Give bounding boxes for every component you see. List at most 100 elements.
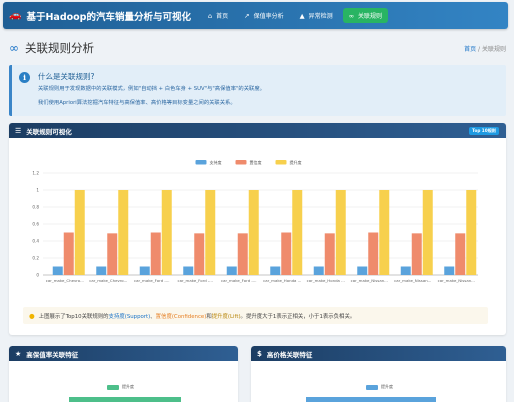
brand[interactable]: 🚗 基于Hadoop的汽车销量分析与可视化 [9,9,191,23]
bar-confidence [281,232,292,275]
bar-lift [248,190,259,275]
note-pre: 上图展示了Top10关联规则的 [38,313,109,320]
y-tick-label: 0.2 [32,256,39,261]
bar-confidence [411,233,422,275]
bar-confidence [368,232,379,275]
bar-confidence [63,232,74,275]
lightbulb-icon: ● [29,311,35,320]
breadcrumb-current: 关联规则 [481,45,506,53]
bar-confidence [455,233,466,275]
chart-area: 0 0.2 0.4 0.6 0.8 1 1.2 支持度 置信度 提升度 car_make_Chevr… [23,156,488,292]
page-title-text: 关联规则分析 [25,41,94,55]
x-tick-label: car_make_Honda ... [263,278,301,283]
info-line-1: 关联规则用于发现数据中的关联模式，例如"自动挡 + 白色车身 + SUV"与"高… [38,86,265,92]
bar-confidence [194,233,205,275]
info-line-2: 我们使用Apriori算法挖掘汽车特征与高保值率、高价格等目标变量之间的关联关系… [38,100,236,106]
bar-lift [118,190,129,275]
bar-support [400,266,411,275]
high-retention-legend: 提升度 [107,384,134,390]
bar-confidence [324,233,335,275]
bar-confidence [107,233,118,275]
bar-support [313,266,324,275]
car-icon: 🚗 [9,10,22,21]
bar-support [226,266,237,275]
nav-link-label: 保值率分析 [253,13,284,20]
star-icon: ★ [15,349,22,358]
x-tick-label: car_make_Chevro... [46,278,84,283]
association-bar-chart: 0 0.2 0.4 0.6 0.8 1 1.2 支持度 置信度 提升度 car_make_Chevr… [32,159,478,283]
dollar-icon: $ [257,349,262,358]
bar-lift [466,190,477,275]
x-tick-label: car_make_Honda ... [307,278,345,283]
bar-support [52,266,63,275]
legend-label: 支持度 [210,159,222,165]
note-support: 支持度(Support) [108,313,151,320]
x-tick-label: car_make_Ford -... [221,278,257,283]
home-icon: ⌂ [207,11,213,20]
chart-panel-header: ☰ 关联规则可视化 Top 10规则 [9,123,506,138]
high-price-panel-header: $ 高价格关联特征 [251,346,506,361]
note-confidence: 置信度(Confidence) [155,313,207,320]
chart-panel-title: 关联规则可视化 [26,127,72,136]
high-retention-panel-header: ★ 高保值率关联特征 [9,346,238,361]
brand-title: 基于Hadoop的汽车销量分析与可视化 [26,11,191,23]
legend-swatch [275,160,287,165]
bar-support [444,266,455,275]
high-retention-panel: ★ 高保值率关联特征 提升度 [9,346,238,402]
x-tick-label: car_make_Nissan... [394,278,431,283]
nav-link-label: 异常检测 [308,13,333,20]
navbar: 🚗 基于Hadoop的汽车销量分析与可视化 ⌂ 首页 ↗ 保值率分析 ▲ 异常检… [3,2,508,29]
bar-lift [161,190,172,275]
nav-link-label: 首页 [216,13,229,20]
legend-swatch [195,160,207,165]
legend-swatch [107,384,119,390]
y-tick-label: 0.8 [32,205,39,210]
nav-link-home[interactable]: ⌂ 首页 [202,8,234,23]
high-price-bar [306,397,436,402]
x-tick-label: car_make_Nissan... [351,278,388,283]
bar-lift [379,190,390,275]
chart-note: ● 上图展示了Top10关联规则的 支持度(Support) 、 置信度(Con… [23,307,488,324]
bar-confidence [237,233,248,275]
note-lift: 提升度(Lift) [211,313,241,320]
breadcrumb: 首页 / 关联规则 [464,44,506,53]
legend-label: 提升度 [381,384,393,389]
high-price-legend: 提升度 [366,384,393,390]
chart-line-icon: ↗ [244,11,250,20]
bar-lift [292,190,303,275]
nav-link-value-retention[interactable]: ↗ 保值率分析 [238,8,289,23]
bar-lift [205,190,216,275]
breadcrumb-separator: / [478,45,481,53]
legend-swatch [366,384,378,390]
nav-link-label: 关联规则 [358,13,383,20]
nav-links: ⌂ 首页 ↗ 保值率分析 ▲ 异常检测 ∞ 关联规则 [202,8,392,23]
legend-swatch [235,160,247,165]
high-retention-panel-title: 高保值率关联特征 [26,350,79,359]
note-post: 。提升度大于1表示正相关，小于1表示负相关。 [240,313,356,320]
high-price-panel-title: 高价格关联特征 [266,350,313,359]
high-price-panel: $ 高价格关联特征 提升度 [251,346,506,402]
legend-label: 置信度 [250,159,262,165]
bar-lift [335,190,346,275]
nav-link-association[interactable]: ∞ 关联规则 [342,8,389,23]
bar-lift [422,190,433,275]
chart-bar-icon: ☰ [15,126,22,135]
y-tick-label: 0.6 [32,222,39,227]
bar-support [183,266,194,275]
bar-confidence [150,232,161,275]
breadcrumb-home[interactable]: 首页 [464,46,476,53]
bar-support [357,266,368,275]
bar-lift [74,190,85,275]
chart-panel: ☰ 关联规则可视化 Top 10规则 0 0.2 0.4 0.6 0.8 1 1.2 支持度置… [9,123,506,335]
x-tick-label: car_make_Nissan... [438,278,475,283]
page-header: ∞ 关联规则分析 首页 / 关联规则 [9,38,506,58]
warning-icon: ▲ [299,11,305,20]
y-tick-label: 1 [36,188,39,193]
nav-link-anomaly[interactable]: ▲ 异常检测 [294,8,339,23]
bar-support [270,266,281,275]
y-tick-label: 0.4 [32,239,39,244]
x-tick-label: car_make_Chevro... [89,278,127,283]
bar-support [139,266,150,275]
info-box: i 什么是关联规则? 关联规则用于发现数据中的关联模式，例如"自动挡 + 白色车… [9,65,506,116]
y-tick-label: 1.2 [32,171,39,176]
